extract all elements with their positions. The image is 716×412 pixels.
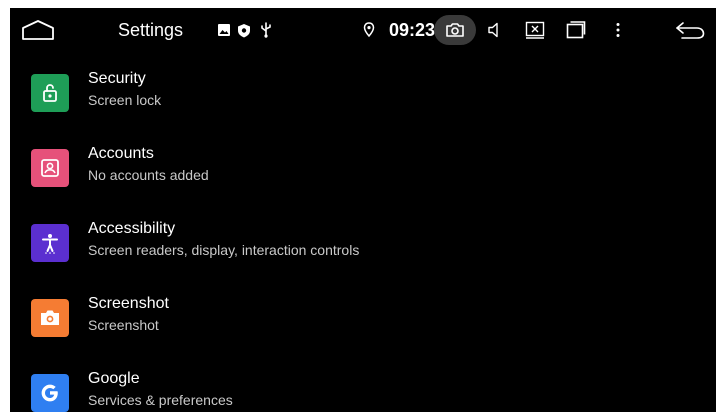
settings-item-subtitle: Screenshot — [88, 317, 159, 333]
more-icon — [616, 23, 620, 37]
shield-icon — [236, 22, 252, 38]
camera-icon — [31, 299, 69, 337]
settings-item-title: Google — [88, 370, 140, 387]
status-bar: Settings 09:23 — [10, 8, 716, 52]
image-icon — [216, 22, 232, 38]
lock-icon — [31, 74, 69, 112]
device-screen: Settings 09:23 Security Screen lock Acco… — [10, 8, 716, 412]
settings-item-subtitle: Screen readers, display, interaction con… — [88, 242, 360, 258]
back-button[interactable] — [672, 16, 708, 44]
settings-item-screenshot[interactable]: Screenshot Screenshot — [10, 277, 716, 352]
account-icon — [31, 149, 69, 187]
home-button[interactable] — [18, 16, 58, 44]
settings-item-security[interactable]: Security Screen lock — [10, 52, 716, 127]
settings-item-subtitle: Screen lock — [88, 92, 162, 108]
window-icon — [566, 21, 586, 39]
settings-item-accessibility[interactable]: Accessibility Screen readers, display, i… — [10, 202, 716, 277]
location-icon — [361, 22, 377, 38]
settings-item-title: Screenshot — [88, 295, 169, 312]
clock: 09:23 — [389, 20, 436, 40]
settings-list: Security Screen lock Accounts No account… — [10, 52, 716, 412]
back-icon — [676, 22, 705, 39]
screenshot-button[interactable] — [434, 15, 476, 45]
settings-item-title: Accessibility — [88, 220, 176, 237]
settings-item-subtitle: No accounts added — [88, 167, 209, 183]
volume-button[interactable] — [481, 16, 509, 44]
more-options-button[interactable] — [604, 16, 632, 44]
recent-apps-button[interactable] — [562, 16, 590, 44]
close-window-icon — [525, 21, 545, 39]
settings-item-title: Accounts — [88, 145, 154, 162]
accessibility-icon — [31, 224, 69, 262]
usb-icon — [258, 22, 274, 38]
home-icon — [22, 20, 54, 40]
volume-icon — [488, 22, 498, 38]
settings-item-subtitle: Services & preferences — [88, 392, 233, 408]
settings-item-title: Security — [88, 70, 146, 87]
google-icon — [31, 374, 69, 412]
settings-item-accounts[interactable]: Accounts No accounts added — [10, 127, 716, 202]
close-window-button[interactable] — [521, 16, 549, 44]
app-title: Settings — [118, 20, 184, 40]
camera-icon — [446, 23, 464, 37]
settings-item-google[interactable]: Google Services & preferences — [10, 352, 716, 412]
